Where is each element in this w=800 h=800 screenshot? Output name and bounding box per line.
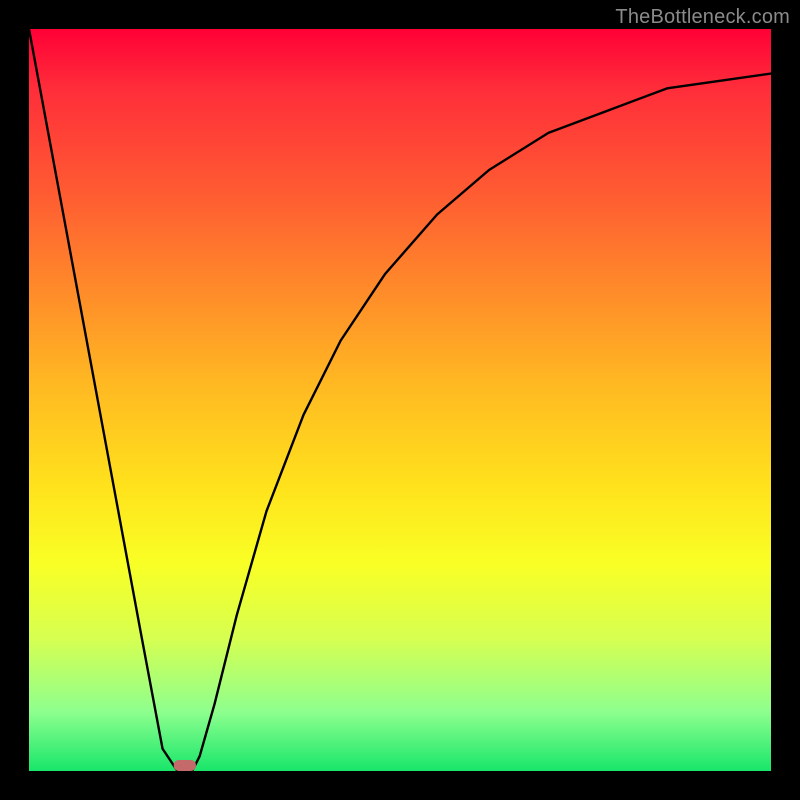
attribution-watermark: TheBottleneck.com (615, 6, 790, 29)
optimal-range-marker (174, 760, 196, 771)
chart-gradient-plot-area (29, 29, 771, 771)
bottleneck-curve (29, 29, 771, 771)
chart-frame: TheBottleneck.com (0, 0, 800, 800)
bottleneck-curve-path (29, 29, 771, 771)
